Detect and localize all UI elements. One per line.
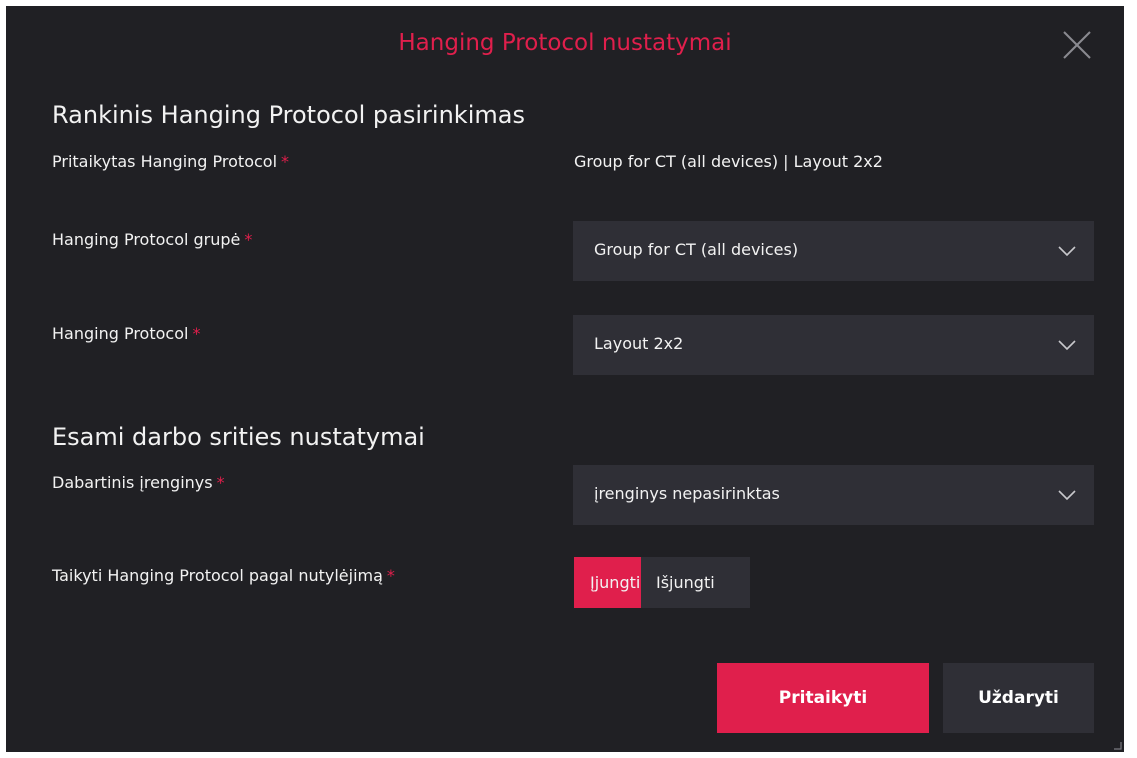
required-mark: * — [244, 230, 253, 249]
close-icon — [1063, 31, 1091, 59]
chevron-down-icon — [1058, 340, 1076, 351]
manual-section-title: Rankinis Hanging Protocol pasirinkimas — [52, 101, 525, 129]
protocol-group-selected-value: Group for CT (all devices) — [594, 240, 799, 259]
toggle-off-button[interactable]: Išjungti — [641, 557, 750, 608]
required-mark: * — [386, 566, 395, 585]
required-mark: * — [216, 473, 225, 492]
resize-handle-icon[interactable] — [1114, 742, 1122, 750]
protocol-group-label-text: Hanging Protocol grupė — [52, 230, 241, 249]
applied-protocol-label-text: Pritaikytas Hanging Protocol — [52, 152, 278, 171]
protocol-select[interactable]: Layout 2x2 — [573, 315, 1094, 375]
close-button[interactable] — [1060, 28, 1094, 62]
close-dialog-button[interactable]: Uždaryti — [943, 663, 1094, 733]
toggle-on-button[interactable]: Įjungti — [574, 557, 641, 608]
hanging-protocol-dialog: Hanging Protocol nustatymai Rankinis Han… — [6, 6, 1124, 752]
protocol-group-select[interactable]: Group for CT (all devices) — [573, 221, 1094, 281]
applied-protocol-label: Pritaikytas Hanging Protocol * — [52, 152, 289, 171]
dialog-title: Hanging Protocol nustatymai — [398, 30, 732, 56]
current-device-select[interactable]: įrenginys nepasirinktas — [573, 465, 1094, 525]
apply-button[interactable]: Pritaikyti — [717, 663, 929, 733]
default-apply-label: Taikyti Hanging Protocol pagal nutylėjim… — [52, 566, 395, 585]
default-apply-label-text: Taikyti Hanging Protocol pagal nutylėjim… — [52, 566, 383, 585]
current-device-label-text: Dabartinis įrenginys — [52, 473, 213, 492]
protocol-label-text: Hanging Protocol — [52, 324, 189, 343]
workspace-section-title: Esami darbo srities nustatymai — [52, 423, 425, 451]
chevron-down-icon — [1058, 490, 1076, 501]
applied-protocol-value: Group for CT (all devices) | Layout 2x2 — [574, 152, 883, 171]
current-device-label: Dabartinis įrenginys * — [52, 473, 225, 492]
current-device-selected-value: įrenginys nepasirinktas — [594, 484, 780, 503]
chevron-down-icon — [1058, 246, 1076, 257]
protocol-group-label: Hanging Protocol grupė * — [52, 230, 252, 249]
protocol-selected-value: Layout 2x2 — [594, 334, 684, 353]
protocol-label: Hanging Protocol * — [52, 324, 200, 343]
required-mark: * — [281, 152, 290, 171]
default-apply-toggle: Įjungti Išjungti — [574, 557, 750, 608]
required-mark: * — [192, 324, 201, 343]
